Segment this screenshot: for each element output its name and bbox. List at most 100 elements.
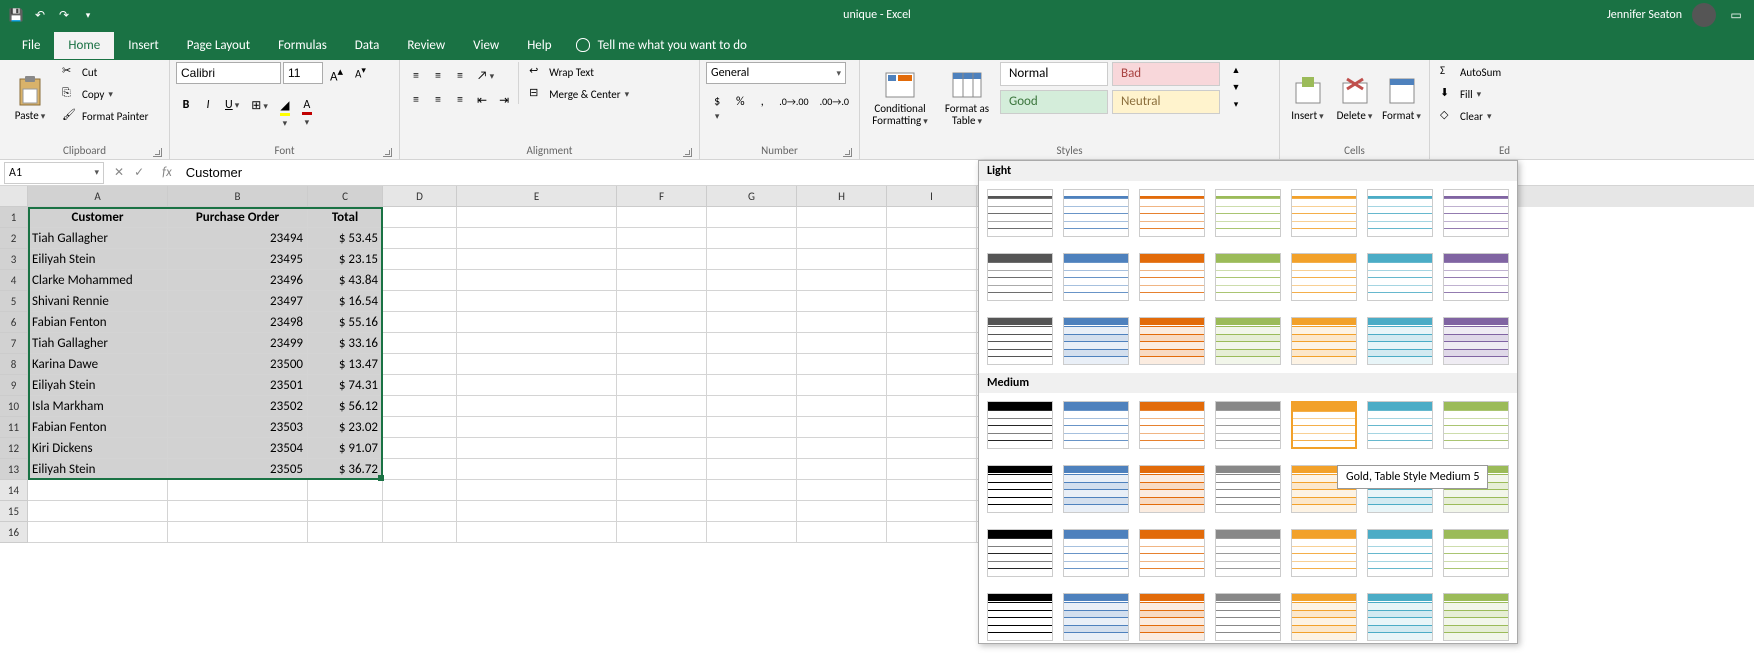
align-center-icon[interactable]: ≡ <box>428 90 448 111</box>
avatar[interactable] <box>1692 3 1716 27</box>
orientation-icon[interactable]: ↗ <box>472 66 499 86</box>
table-style-thumb[interactable] <box>1291 189 1357 237</box>
row-header-6[interactable]: 6 <box>0 312 28 333</box>
tab-insert[interactable]: Insert <box>114 32 173 59</box>
row-header-5[interactable]: 5 <box>0 291 28 312</box>
table-style-thumb[interactable] <box>1139 401 1205 449</box>
cell[interactable]: Total <box>308 207 383 228</box>
col-header-a[interactable]: A <box>28 186 168 207</box>
cell[interactable]: 23501 <box>168 375 308 396</box>
col-header-e[interactable]: E <box>457 186 617 207</box>
tab-data[interactable]: Data <box>341 32 394 59</box>
cell[interactable] <box>797 522 887 543</box>
row-header-13[interactable]: 13 <box>0 459 28 480</box>
cell[interactable]: Purchase Order <box>168 207 308 228</box>
row-header-15[interactable]: 15 <box>0 501 28 522</box>
style-neutral[interactable]: Neutral <box>1112 90 1220 114</box>
format-cells-button[interactable]: Format <box>1380 62 1423 134</box>
table-style-thumb[interactable] <box>1291 253 1357 301</box>
format-painter-button[interactable]: 🖌Format Painter <box>58 106 152 126</box>
cell[interactable] <box>887 480 977 501</box>
cell[interactable]: 23497 <box>168 291 308 312</box>
cell[interactable]: $ 16.54 <box>308 291 383 312</box>
decrease-decimal-icon[interactable]: .00→.0 <box>815 92 853 126</box>
cell[interactable] <box>797 375 887 396</box>
number-format-select[interactable]: General <box>706 62 846 84</box>
table-style-thumb[interactable] <box>1063 253 1129 301</box>
table-style-thumb[interactable] <box>1139 593 1205 641</box>
cell[interactable]: Kiri Dickens <box>28 438 168 459</box>
col-header-i[interactable]: I <box>887 186 977 207</box>
table-style-thumb[interactable] <box>987 529 1053 577</box>
border-button[interactable]: ⊞ <box>246 95 273 133</box>
cell[interactable] <box>617 522 707 543</box>
col-header-b[interactable]: B <box>168 186 308 207</box>
cell[interactable] <box>168 480 308 501</box>
table-style-thumb[interactable] <box>1367 529 1433 577</box>
cell[interactable] <box>457 438 617 459</box>
cell[interactable]: 23504 <box>168 438 308 459</box>
cell[interactable]: $ 23.15 <box>308 249 383 270</box>
cell[interactable] <box>383 228 457 249</box>
cell[interactable] <box>887 438 977 459</box>
decrease-indent-icon[interactable]: ⇤ <box>472 90 492 111</box>
cell[interactable] <box>887 249 977 270</box>
cell[interactable] <box>707 228 797 249</box>
cell[interactable]: 23502 <box>168 396 308 417</box>
enter-formula-icon[interactable]: ✓ <box>134 165 144 180</box>
cell[interactable] <box>617 375 707 396</box>
italic-button[interactable]: I <box>198 95 218 133</box>
align-right-icon[interactable]: ≡ <box>450 90 470 111</box>
redo-icon[interactable]: ↷ <box>56 7 72 23</box>
cell[interactable] <box>28 522 168 543</box>
cell[interactable] <box>797 228 887 249</box>
table-style-thumb[interactable] <box>1291 529 1357 577</box>
conditional-formatting-button[interactable]: Conditional Formatting <box>866 62 934 134</box>
cell[interactable]: Isla Markham <box>28 396 168 417</box>
table-style-thumb[interactable] <box>987 189 1053 237</box>
cell[interactable]: 23499 <box>168 333 308 354</box>
accounting-button[interactable]: $ <box>706 92 728 126</box>
cell[interactable] <box>617 480 707 501</box>
cell[interactable] <box>617 249 707 270</box>
cell[interactable] <box>617 501 707 522</box>
cell[interactable]: Clarke Mohammed <box>28 270 168 291</box>
cell[interactable] <box>383 354 457 375</box>
table-style-thumb[interactable] <box>1139 317 1205 365</box>
fill-button[interactable]: ⬇Fill <box>1436 84 1505 104</box>
cell[interactable] <box>887 417 977 438</box>
cell[interactable] <box>617 417 707 438</box>
cell[interactable] <box>457 354 617 375</box>
table-style-thumb[interactable] <box>1367 317 1433 365</box>
table-style-thumb[interactable] <box>1443 317 1509 365</box>
style-normal[interactable]: Normal <box>1000 62 1108 86</box>
cell[interactable] <box>457 291 617 312</box>
cell[interactable] <box>887 228 977 249</box>
col-header-d[interactable]: D <box>383 186 457 207</box>
save-icon[interactable]: 💾 <box>8 7 24 23</box>
cell[interactable]: $ 74.31 <box>308 375 383 396</box>
align-top-icon[interactable]: ≡ <box>406 66 426 86</box>
table-style-thumb[interactable] <box>1139 189 1205 237</box>
row-header-10[interactable]: 10 <box>0 396 28 417</box>
merge-center-button[interactable]: ⊟Merge & Center <box>525 84 633 104</box>
cell[interactable] <box>887 522 977 543</box>
cell[interactable] <box>707 480 797 501</box>
cell[interactable] <box>617 228 707 249</box>
number-launcher[interactable] <box>843 148 852 157</box>
cell[interactable] <box>383 291 457 312</box>
cell[interactable]: Tiah Gallagher <box>28 333 168 354</box>
cell[interactable] <box>457 270 617 291</box>
cut-button[interactable]: ✂Cut <box>58 62 152 82</box>
row-header-11[interactable]: 11 <box>0 417 28 438</box>
name-box[interactable]: A1 <box>4 162 104 184</box>
copy-button[interactable]: ⎘Copy <box>58 84 152 104</box>
cell[interactable] <box>617 396 707 417</box>
cell[interactable] <box>383 480 457 501</box>
cell[interactable] <box>887 354 977 375</box>
table-style-thumb[interactable] <box>1063 189 1129 237</box>
cell[interactable] <box>457 501 617 522</box>
cell[interactable] <box>797 249 887 270</box>
cell[interactable] <box>383 459 457 480</box>
cell[interactable] <box>617 459 707 480</box>
